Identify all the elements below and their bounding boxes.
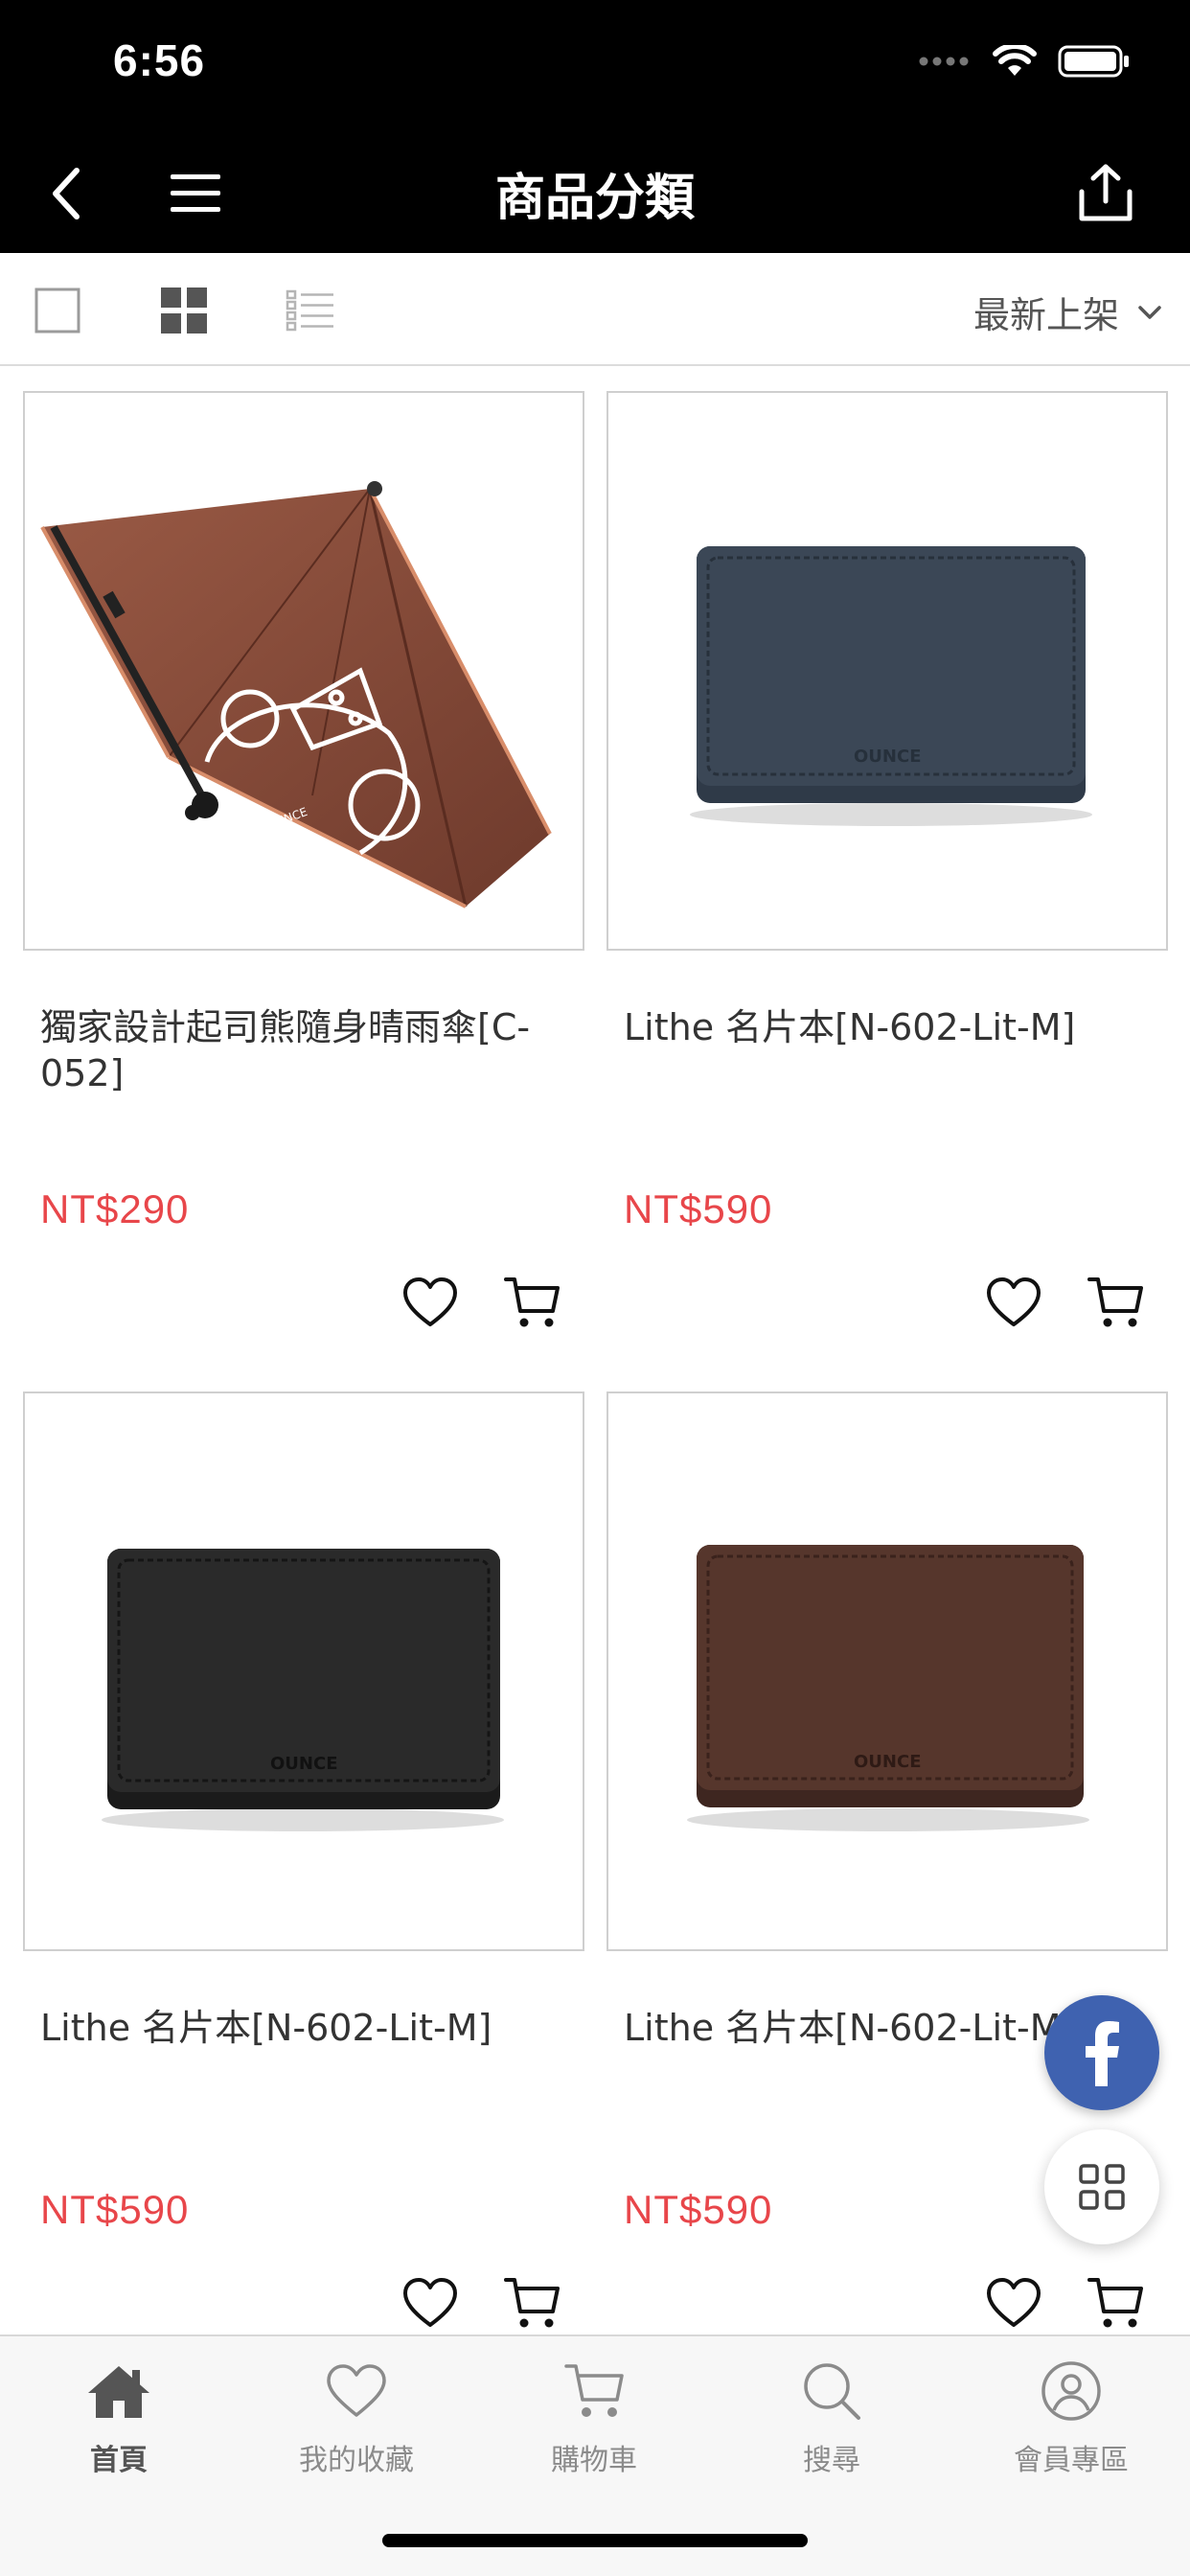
chevron-down-icon xyxy=(1138,305,1161,319)
sort-label: 最新上架 xyxy=(973,294,1119,336)
tab-cart[interactable]: 購物車 xyxy=(475,2358,713,2478)
heart-icon xyxy=(987,1277,1041,1326)
heart-icon xyxy=(403,2278,457,2327)
product-card[interactable]: OUNCE Lithe 名片本[N-602-Lit-M] NT$590 xyxy=(606,391,1168,1359)
nav-bar: 商品分類 xyxy=(0,130,1190,253)
favorite-button[interactable] xyxy=(400,2273,460,2333)
status-bar: 6:56 xyxy=(0,0,1190,130)
search-icon xyxy=(804,2363,860,2420)
status-time: 6:56 xyxy=(113,35,206,85)
product-actions xyxy=(984,1273,1145,1332)
facebook-button[interactable] xyxy=(1044,1995,1159,2110)
view-toolbar: 最新上架 xyxy=(0,253,1190,366)
add-to-cart-button[interactable] xyxy=(502,2273,561,2333)
status-icons xyxy=(918,44,1131,79)
product-title[interactable]: Lithe 名片本[N-602-Lit-M] xyxy=(624,1004,1151,1050)
product-price: NT$590 xyxy=(40,2187,190,2232)
tab-member[interactable]: 會員專區 xyxy=(952,2358,1190,2478)
wifi-icon xyxy=(993,45,1037,76)
navy-card-case-image: OUNCE xyxy=(690,546,1092,826)
user-icon xyxy=(1041,2361,1101,2421)
cart-icon xyxy=(1087,1277,1143,1327)
black-card-case-image: OUNCE xyxy=(102,1549,504,1831)
tab-label: 會員專區 xyxy=(1014,2444,1129,2477)
product-title[interactable]: Lithe 名片本[N-602-Lit-M] xyxy=(40,2005,567,2051)
favorite-button[interactable] xyxy=(984,1273,1043,1332)
card-case-logo: OUNCE xyxy=(854,1752,922,1772)
product-price: NT$590 xyxy=(624,2187,773,2232)
grid-icon xyxy=(161,288,207,334)
app-screen: 6:56 商品分類 最新上架 OUNCE 獨家設計起司熊隨身晴雨傘[C-052]… xyxy=(0,0,1190,2576)
product-price: NT$290 xyxy=(40,1186,190,1231)
tab-label: 搜尋 xyxy=(803,2444,860,2477)
favorite-button[interactable] xyxy=(400,1273,460,1332)
product-title[interactable]: 獨家設計起司熊隨身晴雨傘[C-052] xyxy=(40,1004,567,1096)
home-indicator xyxy=(382,2534,808,2547)
single-square-icon xyxy=(34,288,80,334)
home-icon xyxy=(88,2366,149,2418)
heart-icon xyxy=(327,2364,386,2417)
product-image-card-case[interactable]: OUNCE xyxy=(606,391,1168,951)
share-icon xyxy=(1079,164,1133,221)
product-image-umbrella[interactable]: OUNCE xyxy=(23,391,584,951)
product-card[interactable]: OUNCE Lithe 名片本[N-602-Lit-M] NT$590 xyxy=(23,1392,584,2328)
list-view-button[interactable] xyxy=(282,282,339,339)
cart-icon xyxy=(504,1277,560,1327)
cart-icon xyxy=(1087,2278,1143,2328)
list-icon xyxy=(286,289,333,332)
share-button[interactable] xyxy=(1067,155,1144,232)
heart-icon xyxy=(403,1277,457,1326)
product-image-card-case[interactable]: OUNCE xyxy=(23,1392,584,1951)
card-case-logo: OUNCE xyxy=(270,1754,338,1774)
tab-label: 首頁 xyxy=(90,2444,148,2477)
add-to-cart-button[interactable] xyxy=(1086,2273,1145,2333)
apps-grid-icon xyxy=(1079,2164,1125,2210)
product-actions xyxy=(984,2273,1145,2333)
signal-icon xyxy=(919,57,969,66)
product-card[interactable]: OUNCE 獨家設計起司熊隨身晴雨傘[C-052] NT$290 xyxy=(23,391,584,1359)
quick-menu-button[interactable] xyxy=(1044,2129,1159,2244)
product-actions xyxy=(400,2273,561,2333)
cart-icon xyxy=(504,2278,560,2328)
product-image-card-case[interactable]: OUNCE xyxy=(606,1392,1168,1951)
grid-view-button[interactable] xyxy=(155,282,213,339)
add-to-cart-button[interactable] xyxy=(502,1273,561,1332)
heart-icon xyxy=(987,2278,1041,2327)
tab-favorites[interactable]: 我的收藏 xyxy=(238,2358,475,2478)
facebook-icon xyxy=(1086,2021,1119,2086)
add-to-cart-button[interactable] xyxy=(1086,1273,1145,1332)
umbrella-image: OUNCE xyxy=(40,481,552,908)
product-actions xyxy=(400,1273,561,1332)
tab-home[interactable]: 首頁 xyxy=(0,2358,238,2478)
tab-label: 購物車 xyxy=(551,2444,637,2477)
brown-card-case-image: OUNCE xyxy=(687,1545,1089,1831)
product-price: NT$590 xyxy=(624,1186,773,1231)
card-case-logo: OUNCE xyxy=(854,747,922,767)
tab-label: 我的收藏 xyxy=(299,2444,414,2477)
cart-icon xyxy=(564,2364,624,2417)
single-view-button[interactable] xyxy=(29,282,86,339)
sort-dropdown[interactable]: 最新上架 xyxy=(973,286,1163,338)
battery-icon xyxy=(1058,45,1129,78)
page-title: 商品分類 xyxy=(494,170,695,227)
favorite-button[interactable] xyxy=(984,2273,1043,2333)
tab-search[interactable]: 搜尋 xyxy=(713,2358,950,2478)
